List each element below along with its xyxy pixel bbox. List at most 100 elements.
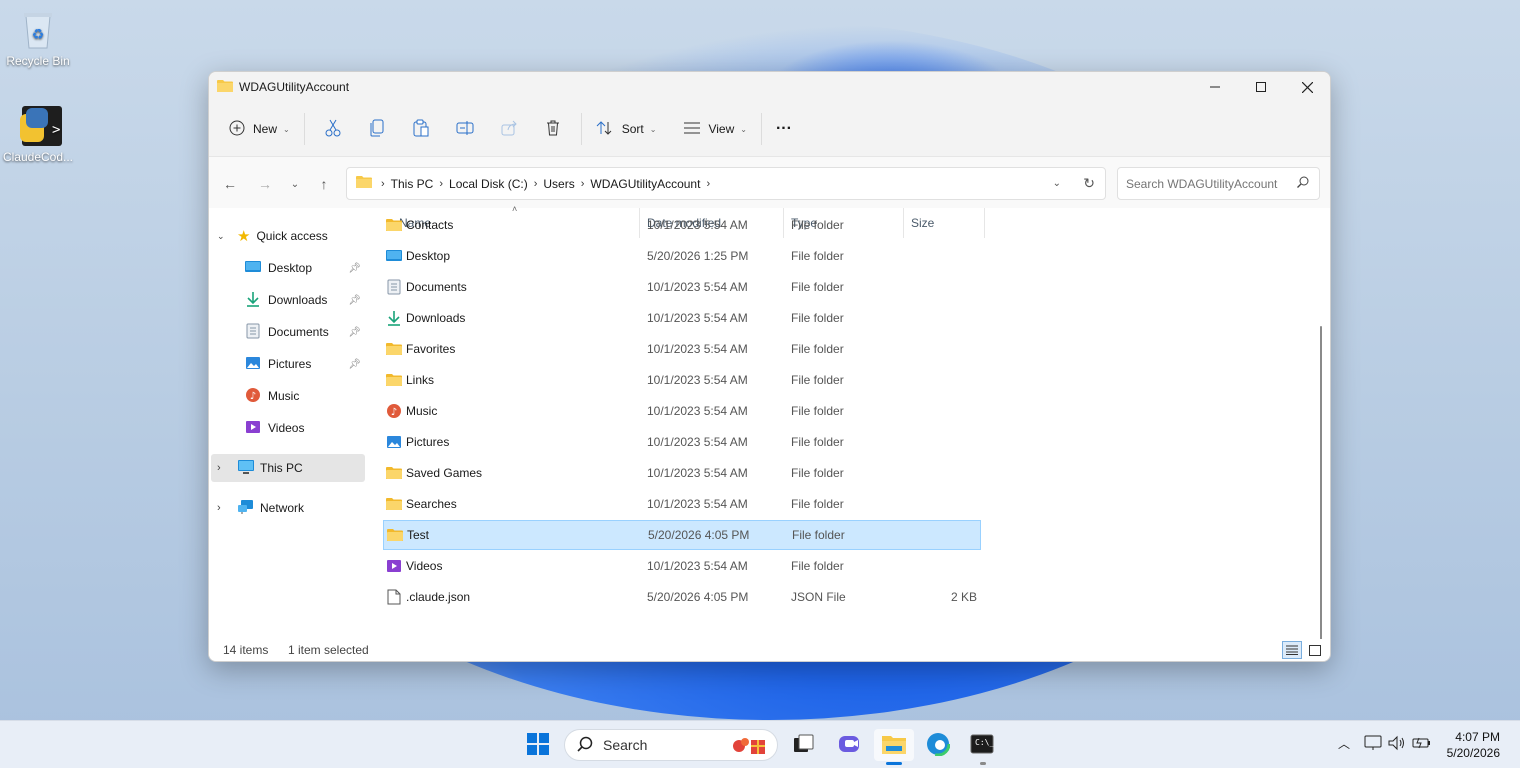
address-bar[interactable]: › This PC › Local Disk (C:) › Users › WD… bbox=[346, 167, 1106, 200]
address-dropdown-chevron-icon[interactable]: ⌄ bbox=[1053, 178, 1061, 189]
nav-item-videos[interactable]: Videos bbox=[245, 414, 365, 442]
file-name: Saved Games bbox=[406, 466, 483, 480]
chevron-right-icon: › bbox=[533, 177, 538, 190]
more-options-button[interactable]: ··· bbox=[768, 113, 800, 145]
breadcrumb-users[interactable]: Users bbox=[543, 177, 574, 191]
folder-icon bbox=[386, 217, 402, 233]
nav-item-music[interactable]: ♪ Music bbox=[245, 382, 365, 410]
volume-icon[interactable] bbox=[1388, 735, 1406, 754]
file-name: Favorites bbox=[406, 342, 456, 356]
close-button[interactable] bbox=[1284, 72, 1330, 102]
file-row[interactable]: .claude.json 5/20/2026 4:05 PM JSON File 2 … bbox=[383, 582, 981, 612]
file-date-modified: 10/1/2023 5:54 AM bbox=[647, 466, 748, 480]
copy-icon bbox=[369, 119, 385, 140]
pin-icon[interactable]: 📌︎ bbox=[348, 295, 361, 306]
file-row[interactable]: Links 10/1/2023 5:54 AM File folder bbox=[383, 365, 981, 395]
file-row[interactable]: Pictures 10/1/2023 5:54 AM File folder bbox=[383, 427, 981, 457]
tiles-view-icon bbox=[1309, 644, 1321, 656]
arrow-right-icon: → bbox=[258, 176, 272, 192]
nav-item-label: Desktop bbox=[268, 261, 313, 275]
rename-button[interactable] bbox=[443, 113, 487, 145]
forward-button[interactable]: → bbox=[254, 173, 276, 195]
file-name: Links bbox=[406, 373, 435, 387]
file-explorer-taskbar-button[interactable] bbox=[874, 729, 914, 765]
file-row[interactable]: Favorites 10/1/2023 5:54 AM File folder bbox=[383, 334, 981, 364]
view-button[interactable]: View ⌄ bbox=[676, 113, 755, 145]
nav-item-downloads[interactable]: Downloads 📌︎ bbox=[245, 286, 365, 314]
title-bar[interactable]: WDAGUtilityAccount bbox=[209, 72, 1330, 102]
delete-button[interactable] bbox=[531, 113, 575, 145]
system-clock[interactable]: 4:07 PM 5/20/2026 bbox=[1447, 729, 1500, 761]
file-list-pane: Name ˄ Date modified Type Size Contacts 1… bbox=[367, 204, 1330, 661]
file-row[interactable]: Videos 10/1/2023 5:54 AM File folder bbox=[383, 551, 981, 581]
start-button[interactable] bbox=[518, 729, 558, 761]
command-bar: New ⌄ Sort ⌄ View ⌄ ··· bbox=[209, 102, 1330, 156]
nav-item-documents[interactable]: Documents 📌︎ bbox=[245, 318, 365, 346]
search-input[interactable] bbox=[1126, 176, 1291, 191]
window-title: WDAGUtilityAccount bbox=[239, 80, 350, 94]
new-button[interactable]: New ⌄ bbox=[221, 113, 298, 145]
share-button[interactable] bbox=[487, 113, 531, 145]
taskbar-search[interactable]: Search bbox=[564, 729, 778, 761]
nav-network[interactable]: › Network bbox=[217, 494, 367, 522]
file-row[interactable]: ♪ Music 10/1/2023 5:54 AM File folder bbox=[383, 396, 981, 426]
svg-text:♻: ♻ bbox=[32, 27, 45, 43]
terminal-button[interactable]: C:\_ bbox=[962, 729, 1002, 765]
file-row[interactable]: Desktop 5/20/2026 1:25 PM File folder bbox=[383, 241, 981, 271]
nav-item-label: Videos bbox=[268, 421, 305, 435]
sort-button[interactable]: Sort ⌄ bbox=[588, 113, 665, 145]
pin-icon[interactable]: 📌︎ bbox=[348, 263, 361, 274]
file-row[interactable]: Downloads 10/1/2023 5:54 AM File folder bbox=[383, 303, 981, 333]
network-icon bbox=[237, 499, 255, 518]
toolbar-divider bbox=[303, 113, 305, 145]
battery-icon[interactable] bbox=[1412, 735, 1432, 754]
pin-icon[interactable]: 📌︎ bbox=[348, 359, 361, 370]
task-view-button[interactable] bbox=[784, 729, 824, 761]
file-row[interactable]: Saved Games 10/1/2023 5:54 AM File folder bbox=[383, 458, 981, 488]
nav-this-pc[interactable]: › This PC bbox=[211, 454, 365, 482]
file-row[interactable]: Test 5/20/2026 4:05 PM File folder bbox=[383, 520, 981, 550]
pin-icon[interactable]: 📌︎ bbox=[348, 327, 361, 338]
vertical-scrollbar[interactable] bbox=[1320, 326, 1322, 661]
details-view-button[interactable] bbox=[1282, 641, 1302, 659]
star-icon: ★ bbox=[237, 228, 251, 245]
up-button[interactable]: ↑ bbox=[313, 173, 335, 195]
edge-browser-button[interactable] bbox=[918, 729, 958, 761]
cut-button[interactable] bbox=[311, 113, 355, 145]
column-divider[interactable] bbox=[984, 208, 985, 238]
minimize-button[interactable] bbox=[1192, 72, 1238, 102]
desktop-claudecode[interactable]: > ClaudeCod... bbox=[0, 104, 76, 164]
file-row[interactable]: Contacts 10/1/2023 5:54 AM File folder bbox=[383, 210, 981, 240]
paste-button[interactable] bbox=[399, 113, 443, 145]
maximize-button[interactable] bbox=[1238, 72, 1284, 102]
file-date-modified: 10/1/2023 5:54 AM bbox=[647, 435, 748, 449]
file-row[interactable]: Searches 10/1/2023 5:54 AM File folder bbox=[383, 489, 981, 519]
back-button[interactable]: ← bbox=[219, 173, 241, 195]
teams-chat-button[interactable] bbox=[830, 729, 870, 761]
nav-item-label: Quick access bbox=[256, 229, 328, 243]
nav-item-desktop[interactable]: Desktop 📌︎ bbox=[245, 254, 365, 282]
file-type: JSON File bbox=[791, 590, 846, 604]
nav-item-pictures[interactable]: Pictures 📌︎ bbox=[245, 350, 365, 378]
show-hidden-icons-button[interactable]: ︿ bbox=[1338, 735, 1350, 752]
file-type: File folder bbox=[791, 311, 844, 325]
sort-arrows-icon bbox=[596, 120, 614, 139]
refresh-icon[interactable]: ↻ bbox=[1083, 175, 1095, 192]
folder-icon bbox=[217, 79, 233, 96]
python-terminal-icon: > bbox=[18, 104, 62, 148]
copy-button[interactable] bbox=[355, 113, 399, 145]
file-row[interactable]: Documents 10/1/2023 5:54 AM File folder bbox=[383, 272, 981, 302]
large-icons-view-button[interactable] bbox=[1306, 642, 1324, 658]
desktop-recycle-bin[interactable]: ♻ Recycle Bin bbox=[0, 8, 76, 68]
svg-text:C:\_: C:\_ bbox=[975, 738, 994, 747]
nav-item-label: Pictures bbox=[268, 357, 312, 371]
view-list-icon bbox=[684, 122, 701, 137]
network-status-icon[interactable] bbox=[1364, 735, 1382, 754]
search-box[interactable] bbox=[1117, 167, 1320, 200]
breadcrumb-this-pc[interactable]: This PC bbox=[391, 177, 434, 191]
recent-locations-button[interactable]: ⌄ bbox=[284, 173, 306, 195]
nav-quick-access[interactable]: ⌄ ★ Quick access bbox=[217, 222, 367, 250]
breadcrumb-local-disk[interactable]: Local Disk (C:) bbox=[449, 177, 528, 191]
breadcrumb-wdagutilityaccount[interactable]: WDAGUtilityAccount bbox=[590, 177, 700, 191]
search-icon bbox=[1297, 176, 1309, 191]
